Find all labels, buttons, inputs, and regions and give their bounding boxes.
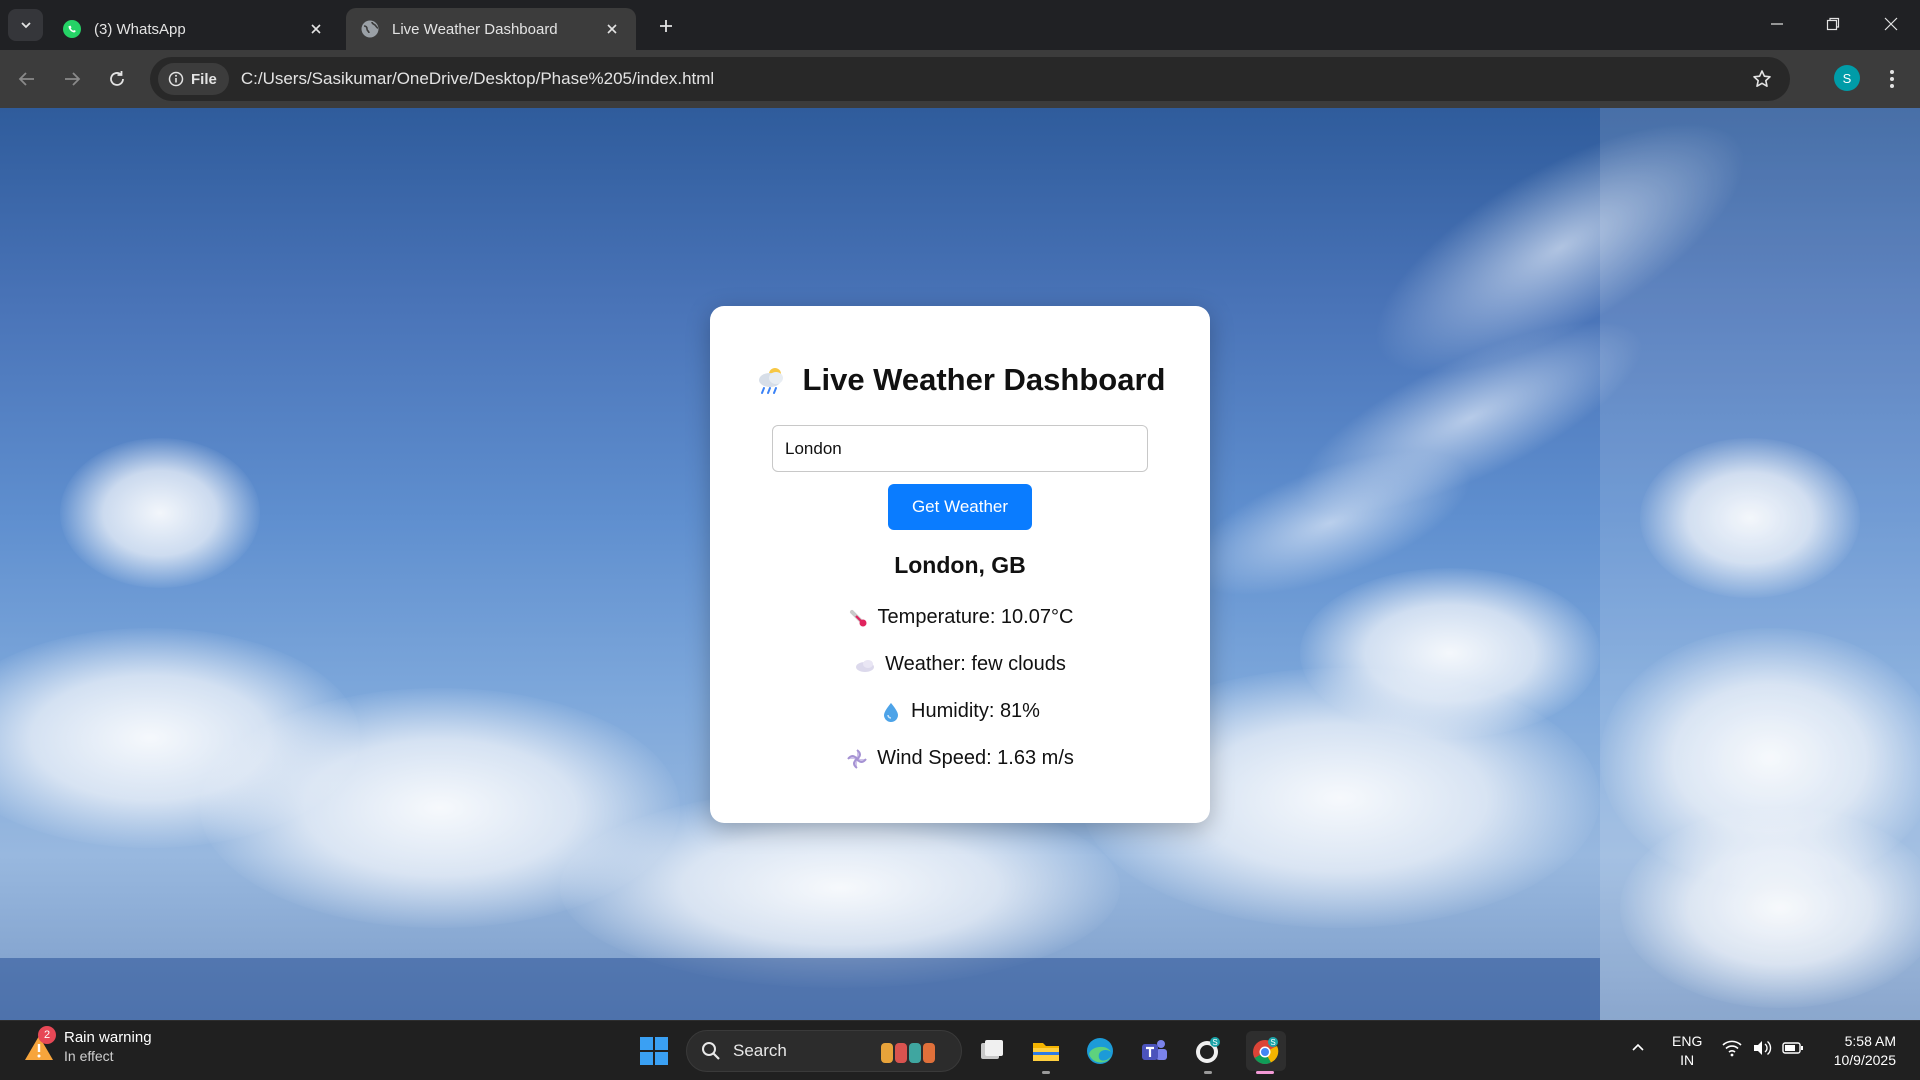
chevron-down-icon [20, 22, 31, 29]
site-info-label: File [191, 70, 217, 88]
weather-widget[interactable]: 2 Rain warning In effect [22, 1025, 152, 1064]
edge-icon [1087, 1038, 1113, 1064]
github-button[interactable]: S [1188, 1031, 1228, 1071]
close-icon [1884, 17, 1898, 31]
close-tab-icon[interactable] [306, 19, 326, 39]
browser-menu-button[interactable] [1880, 63, 1904, 95]
volume-icon [1754, 1040, 1772, 1056]
tab-whatsapp[interactable]: (3) WhatsApp [48, 8, 340, 50]
rain-warning-icon: 2 [22, 1025, 56, 1064]
humidity-text: Humidity: 81% [911, 700, 1040, 722]
droplet-icon [880, 701, 902, 723]
tab-title: Live Weather Dashboard [392, 20, 558, 38]
restore-button[interactable] [1804, 0, 1862, 48]
search-highlight-icon [879, 1039, 953, 1070]
bookmark-button[interactable] [1742, 59, 1782, 99]
svg-text:S: S [1270, 1038, 1275, 1047]
close-tab-icon[interactable] [602, 19, 622, 39]
url-text[interactable]: C:/Users/Sasikumar/OneDrive/Desktop/Phas… [241, 69, 1742, 89]
github-icon: S [1196, 1037, 1220, 1063]
cloud-rain-icon [755, 363, 789, 397]
info-icon [168, 71, 184, 87]
close-window-button[interactable] [1862, 0, 1920, 48]
page-viewport: Live Weather Dashboard Get Weather Londo… [0, 108, 1920, 1020]
arrow-right-icon [65, 72, 81, 86]
weather-row: Weather: few clouds [710, 653, 1210, 676]
language-code: ENG [1672, 1033, 1703, 1049]
whatsapp-icon [62, 19, 82, 39]
city-input[interactable] [772, 425, 1148, 472]
chrome-icon: S [1253, 1037, 1279, 1065]
running-indicator [1042, 1071, 1050, 1074]
minimize-icon [1771, 23, 1783, 25]
wind-text: Wind Speed: 1.63 m/s [877, 747, 1074, 769]
start-button[interactable] [634, 1031, 674, 1071]
wind-row: Wind Speed: 1.63 m/s [710, 747, 1210, 770]
input-language-button[interactable]: ENG IN [1672, 1032, 1702, 1070]
browser-toolbar: File C:/Users/Sasikumar/OneDrive/Desktop… [0, 50, 1920, 108]
running-indicator [1204, 1071, 1212, 1074]
site-info-chip[interactable]: File [158, 63, 229, 95]
location-heading: London, GB [894, 552, 1026, 578]
temperature-row: Temperature: 10.07°C [710, 606, 1210, 629]
back-button[interactable] [10, 62, 44, 96]
app-heading: Live Weather Dashboard [710, 362, 1210, 398]
forward-button[interactable] [55, 62, 89, 96]
get-weather-button[interactable]: Get Weather [888, 484, 1032, 530]
tab-search-button[interactable] [8, 9, 43, 41]
teams-icon [1142, 1040, 1167, 1060]
more-vertical-icon [1890, 70, 1894, 88]
wind-icon [846, 748, 868, 770]
weather-card: Live Weather Dashboard Get Weather Londo… [710, 306, 1210, 823]
widget-subtitle: In effect [64, 1048, 114, 1064]
file-explorer-button[interactable] [1026, 1031, 1066, 1071]
cloud-icon [854, 654, 876, 676]
address-bar[interactable]: File C:/Users/Sasikumar/OneDrive/Desktop… [150, 57, 1790, 101]
search-icon [702, 1042, 720, 1060]
battery-icon [1782, 1042, 1803, 1054]
temperature-text: Temperature: 10.07°C [877, 606, 1074, 628]
chrome-button[interactable]: S [1246, 1031, 1286, 1071]
reload-icon [110, 71, 124, 86]
weather-text: Weather: few clouds [885, 653, 1066, 675]
taskbar: 2 Rain warning In effect Search S S ENG … [0, 1020, 1920, 1080]
svg-text:S: S [1212, 1038, 1217, 1047]
teams-button[interactable] [1134, 1031, 1174, 1071]
star-icon [1753, 70, 1771, 87]
chevron-up-icon [1632, 1043, 1644, 1051]
show-hidden-icons-button[interactable] [1630, 1039, 1646, 1060]
thermometer-icon [847, 607, 869, 629]
minimize-button[interactable] [1748, 0, 1806, 48]
plus-icon [660, 20, 672, 32]
quick-settings[interactable] [1722, 1039, 1804, 1057]
app-title: Live Weather Dashboard [802, 362, 1166, 397]
tab-live-weather-dashboard[interactable]: Live Weather Dashboard [346, 8, 636, 50]
widget-title: Rain warning [64, 1029, 152, 1046]
humidity-row: Humidity: 81% [710, 700, 1210, 723]
clock-date: 10/9/2025 [1833, 1052, 1896, 1068]
clock-time: 5:58 AM [1844, 1033, 1896, 1049]
region-code: IN [1680, 1052, 1695, 1068]
tab-title: (3) WhatsApp [94, 20, 186, 38]
tab-strip: (3) WhatsApp Live Weather Dashboard [0, 0, 1920, 50]
notification-badge: 2 [38, 1025, 56, 1044]
taskbar-search-label: Search [733, 1041, 787, 1060]
globe-icon [360, 19, 380, 39]
profile-avatar[interactable]: S [1834, 65, 1860, 91]
windows-icon [640, 1037, 668, 1065]
new-tab-button[interactable] [652, 12, 680, 40]
reload-button[interactable] [100, 62, 134, 96]
edge-button[interactable] [1080, 1031, 1120, 1071]
arrow-left-icon [18, 72, 34, 86]
task-view-button[interactable] [972, 1031, 1012, 1071]
system-clock[interactable]: 5:58 AM 10/9/2025 [1820, 1032, 1896, 1070]
wifi-icon [1722, 1040, 1742, 1057]
taskbar-search[interactable]: Search [686, 1030, 962, 1072]
task-view-icon [981, 1040, 1003, 1059]
folder-icon [1033, 1043, 1059, 1061]
active-indicator [1256, 1071, 1274, 1074]
restore-icon [1826, 17, 1840, 31]
